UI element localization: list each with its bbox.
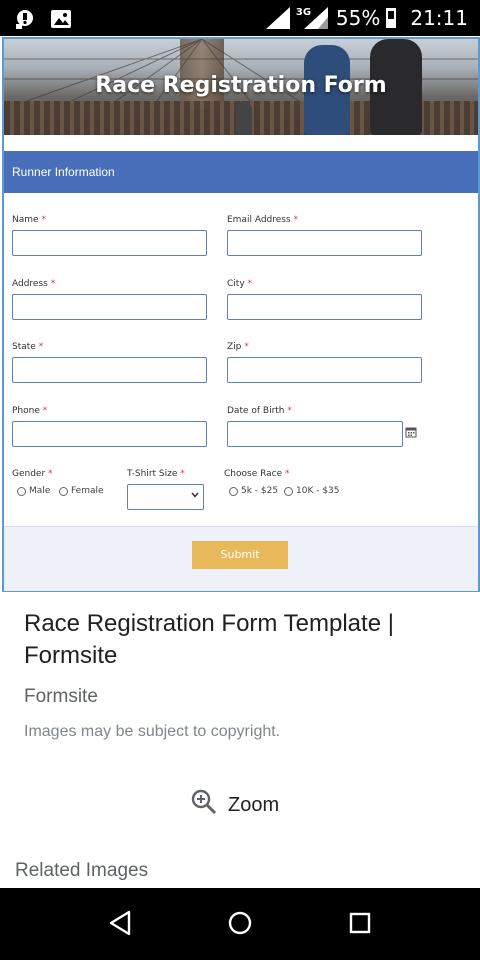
- gender-female-label: Female: [71, 486, 104, 496]
- required-mark: *: [247, 279, 253, 289]
- email-label: Email Address *: [227, 215, 298, 225]
- required-mark: *: [285, 469, 290, 479]
- submit-button[interactable]: Submit: [192, 541, 288, 569]
- dob-input[interactable]: [227, 421, 403, 447]
- city-label: City *: [227, 279, 252, 289]
- dob-label: Date of Birth *: [227, 406, 292, 416]
- required-mark: *: [41, 215, 46, 225]
- required-mark: *: [48, 469, 53, 479]
- race-label-text: Choose Race: [224, 469, 283, 479]
- result-title[interactable]: Race Registration Form Template | Formsi…: [24, 608, 460, 672]
- battery-icon: [386, 8, 397, 28]
- zoom-in-icon: [190, 788, 218, 822]
- state-label-text: State: [12, 342, 36, 352]
- gender-option-female[interactable]: Female: [59, 486, 104, 496]
- tshirt-select[interactable]: [127, 484, 204, 510]
- tshirt-label: T-Shirt Size *: [127, 469, 185, 479]
- navigation-bar: [0, 888, 480, 960]
- clock: 21:11: [410, 6, 468, 30]
- status-bar: 3G 55% 21:11: [0, 0, 480, 36]
- form-footer: Submit: [4, 526, 478, 591]
- name-input[interactable]: [12, 230, 207, 256]
- signal-3g-label: 3G: [295, 7, 312, 18]
- image-icon: [50, 9, 72, 34]
- state-input[interactable]: [12, 357, 207, 383]
- radio-icon[interactable]: [284, 486, 293, 496]
- section-header: Runner Information: [4, 151, 478, 193]
- city-label-text: City: [227, 279, 245, 289]
- state-label: State *: [12, 342, 43, 352]
- address-label-text: Address: [12, 279, 48, 289]
- phone-input[interactable]: [12, 421, 207, 447]
- chevron-down-icon: [191, 491, 199, 502]
- runner-figure: [236, 101, 252, 135]
- race-option-5k[interactable]: 5k - $25: [229, 486, 278, 496]
- notification-icon: [14, 8, 36, 35]
- result-source[interactable]: Formsite: [24, 686, 98, 708]
- radio-icon[interactable]: [17, 486, 26, 496]
- related-images-heading: Related Images: [15, 860, 149, 881]
- gender-label: Gender *: [12, 469, 53, 479]
- race-label: Choose Race *: [224, 469, 290, 479]
- dob-label-text: Date of Birth: [227, 406, 285, 416]
- copyright-notice: Images may be subject to copyright.: [24, 723, 281, 740]
- zip-input[interactable]: [227, 357, 422, 383]
- zip-label-text: Zip: [227, 342, 242, 352]
- signal-3g-icon: 3G: [296, 7, 330, 29]
- city-input[interactable]: [227, 294, 422, 320]
- race-10k-label: 10K - $35: [296, 486, 340, 496]
- tshirt-label-text: T-Shirt Size: [127, 469, 178, 479]
- back-icon[interactable]: [108, 910, 132, 941]
- race-option-10k[interactable]: 10K - $35: [284, 486, 340, 496]
- recents-icon[interactable]: [348, 910, 372, 941]
- radio-icon[interactable]: [229, 486, 238, 496]
- required-mark: *: [42, 406, 48, 416]
- zoom-button[interactable]: Zoom: [190, 788, 279, 822]
- address-input[interactable]: [12, 294, 207, 320]
- email-label-text: Email Address: [227, 215, 291, 225]
- radio-icon[interactable]: [59, 486, 68, 496]
- signal-icon: [265, 7, 290, 29]
- email-input[interactable]: [227, 230, 422, 256]
- address-label: Address *: [12, 279, 55, 289]
- zip-label: Zip *: [227, 342, 249, 352]
- required-mark: *: [287, 406, 292, 416]
- zoom-label: Zoom: [228, 793, 280, 816]
- required-mark: *: [50, 279, 56, 289]
- gender-option-male[interactable]: Male: [17, 486, 50, 496]
- banner-title: Race Registration Form: [95, 73, 387, 98]
- home-icon[interactable]: [227, 910, 253, 941]
- battery-percent: 55%: [335, 6, 381, 30]
- section-title: Runner Information: [12, 165, 115, 179]
- gender-male-label: Male: [29, 486, 51, 496]
- banner: Race Registration Form: [4, 39, 478, 135]
- required-mark: *: [293, 215, 299, 225]
- required-mark: *: [244, 342, 249, 352]
- calendar-icon[interactable]: [405, 426, 417, 441]
- form-image[interactable]: Race Registration Form Runner Informatio…: [2, 37, 480, 592]
- required-mark: *: [180, 469, 185, 479]
- race-5k-label: 5k - $25: [241, 486, 279, 496]
- phone-label-text: Phone: [12, 406, 40, 416]
- name-label-text: Name: [12, 215, 39, 225]
- gender-label-text: Gender: [12, 469, 46, 479]
- phone-label: Phone *: [12, 406, 47, 416]
- name-label: Name *: [12, 215, 46, 225]
- required-mark: *: [38, 342, 44, 352]
